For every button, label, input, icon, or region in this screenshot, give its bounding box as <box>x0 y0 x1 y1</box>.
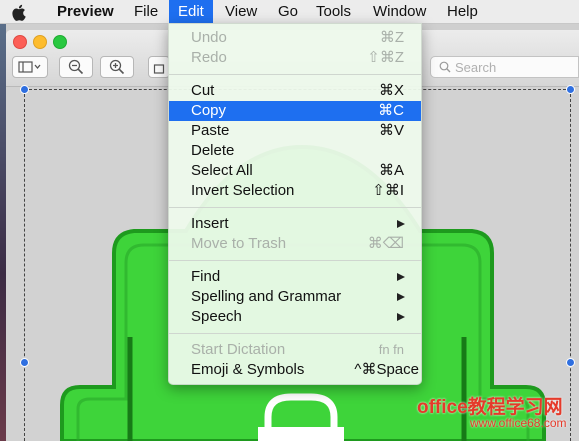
selection-handle-middle-left[interactable] <box>20 358 29 367</box>
apple-menu[interactable] <box>12 0 28 23</box>
zoom-in-icon <box>109 59 125 75</box>
menu-item-cut[interactable]: Cut ⌘X <box>169 81 421 101</box>
menu-item-move-to-trash[interactable]: Move to Trash ⌘⌫ <box>169 234 421 254</box>
zoom-out-icon <box>68 59 84 75</box>
menu-tools[interactable]: Tools <box>307 0 360 23</box>
menu-item-redo[interactable]: Redo ⇧⌘Z <box>169 48 421 68</box>
sidebar-toggle-icon <box>18 61 41 73</box>
menu-item-invert-selection[interactable]: Invert Selection ⇧⌘I <box>169 181 421 201</box>
zoom-out-button[interactable] <box>59 56 93 78</box>
menu-item-copy[interactable]: Copy ⌘C <box>169 101 421 121</box>
menu-item-paste[interactable]: Paste ⌘V <box>169 121 421 141</box>
menu-edit[interactable]: Edit <box>169 0 213 23</box>
share-button[interactable] <box>148 56 170 78</box>
menu-item-speech[interactable]: Speech <box>169 307 421 327</box>
submenu-arrow-icon <box>397 313 405 321</box>
menu-item-undo[interactable]: Undo ⌘Z <box>169 28 421 48</box>
watermark-title: office教程学习网 <box>417 397 563 418</box>
menu-item-insert[interactable]: Insert <box>169 214 421 234</box>
submenu-arrow-icon <box>397 273 405 281</box>
sidebar-toggle-button[interactable] <box>12 56 48 78</box>
selection-handle-top-left[interactable] <box>20 85 29 94</box>
menu-item-delete[interactable]: Delete <box>169 141 421 161</box>
zoom-in-button[interactable] <box>100 56 134 78</box>
menu-window[interactable]: Window <box>364 0 435 23</box>
selection-handle-middle-right[interactable] <box>566 358 575 367</box>
menu-separator <box>169 260 421 261</box>
menu-go[interactable]: Go <box>269 0 307 23</box>
menu-item-find[interactable]: Find <box>169 267 421 287</box>
menu-item-start-dictation[interactable]: Start Dictation fn fn <box>169 340 421 360</box>
selection-handle-top-right[interactable] <box>566 85 575 94</box>
menu-separator <box>169 333 421 334</box>
zoom-window-button[interactable] <box>53 35 67 49</box>
menu-separator <box>169 207 421 208</box>
menu-app-name[interactable]: Preview <box>48 0 123 23</box>
search-icon <box>439 61 451 73</box>
menu-help[interactable]: Help <box>438 0 487 23</box>
minimize-button[interactable] <box>33 35 47 49</box>
menu-bar: Preview File Edit View Go Tools Window H… <box>0 0 579 24</box>
watermark-url: www.office68.com <box>470 416 567 430</box>
search-input[interactable] <box>455 57 575 77</box>
menu-view[interactable]: View <box>216 0 266 23</box>
menu-file[interactable]: File <box>125 0 167 23</box>
apple-icon <box>12 4 26 21</box>
menu-separator <box>169 74 421 75</box>
search-field[interactable] <box>430 56 579 78</box>
submenu-arrow-icon <box>397 293 405 301</box>
share-icon <box>153 64 165 74</box>
menu-item-spelling-and-grammar[interactable]: Spelling and Grammar <box>169 287 421 307</box>
edit-menu-dropdown: Undo ⌘Z Redo ⇧⌘Z Cut ⌘X Copy ⌘C Paste ⌘V… <box>168 23 422 385</box>
submenu-arrow-icon <box>397 220 405 228</box>
menu-item-select-all[interactable]: Select All ⌘A <box>169 161 421 181</box>
close-button[interactable] <box>13 35 27 49</box>
menu-item-emoji-and-symbols[interactable]: Emoji & Symbols ^⌘Space <box>169 360 421 380</box>
